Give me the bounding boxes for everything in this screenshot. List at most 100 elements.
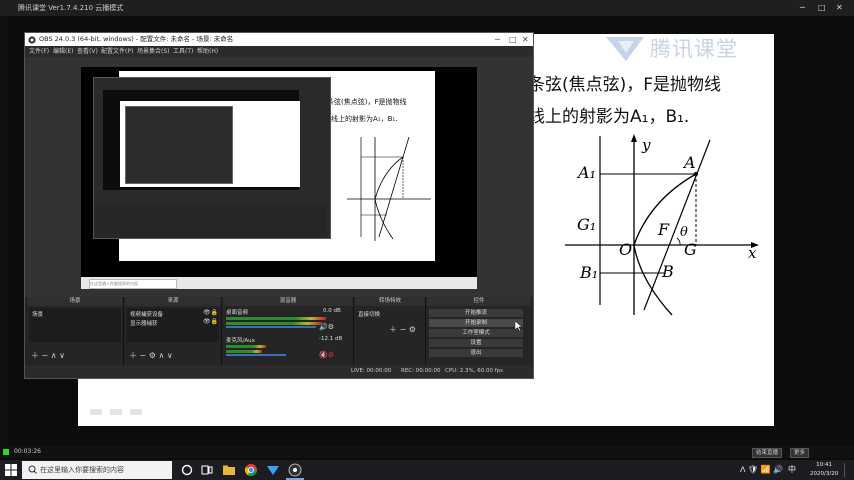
- cortana-icon[interactable]: [180, 463, 194, 477]
- end-live-button[interactable]: 结束直播: [752, 448, 783, 458]
- controls-header: 控件: [427, 297, 531, 306]
- label-theta: θ: [680, 225, 688, 240]
- maximize-icon[interactable]: □: [818, 0, 826, 16]
- volume-slider[interactable]: [226, 354, 286, 356]
- volume-slider[interactable]: [226, 326, 316, 328]
- tencent-classroom-icon[interactable]: [266, 463, 280, 477]
- exit-button[interactable]: 退出: [429, 349, 523, 357]
- taskbar-clock[interactable]: 10:41 2020/3/20: [810, 461, 838, 479]
- more-button[interactable]: 更多: [790, 448, 810, 458]
- start-streaming-button[interactable]: 开始推流: [429, 309, 523, 317]
- preview-slide-text1: 条弦(焦点弦)，F是抛物线: [327, 98, 407, 106]
- muted-speaker-icon[interactable]: 🔇⚙: [319, 351, 334, 359]
- volume-meter: [226, 322, 322, 325]
- taskbar-search-placeholder: 在这里输入你要搜索的内容: [40, 466, 124, 474]
- source-item[interactable]: 视频捕获设备: [130, 310, 163, 318]
- transition-select[interactable]: 直接切换: [358, 310, 380, 318]
- mixer-track-db: 0.0 dB: [323, 308, 341, 314]
- menu-tools[interactable]: 工具(T): [173, 46, 193, 57]
- obs-title-text: OBS 24.0.3 (64-bit, windows) - 配置文件: 未命名…: [39, 35, 234, 43]
- recording-time: 00:03:26: [14, 448, 41, 455]
- left-gutter: [0, 16, 8, 446]
- label-x: x: [748, 244, 757, 262]
- label-G1: G₁: [577, 215, 596, 234]
- start-recording-button[interactable]: 开始录制: [429, 319, 523, 327]
- label-B: B: [661, 262, 674, 281]
- speaker-icon[interactable]: 🔊⚙: [319, 323, 334, 331]
- obs-close-icon[interactable]: ✕: [522, 33, 529, 46]
- scene-item[interactable]: 场景: [32, 310, 43, 318]
- cpu-status: CPU: 2.3%, 60.00 fps: [445, 368, 504, 374]
- studio-mode-button[interactable]: 工作室模式: [429, 329, 523, 337]
- label-A1: A₁: [576, 163, 596, 182]
- scenes-controls[interactable]: ＋ − ∧ ∨: [31, 350, 65, 361]
- outer-titlebar: 腾讯课堂 Ver1.7.4.210 云播模式 ─ □ ✕: [0, 0, 854, 16]
- label-O: O: [619, 240, 632, 259]
- label-A: A: [682, 153, 696, 172]
- file-explorer-icon[interactable]: [222, 463, 236, 477]
- menu-scene-collection[interactable]: 场景集合(S): [137, 46, 170, 57]
- volume-meter: [226, 345, 266, 348]
- nested-obs-window-2: [125, 106, 233, 184]
- live-status: LIVE: 00:00:00: [351, 368, 392, 374]
- sources-header: 来源: [125, 297, 221, 306]
- show-desktop-button[interactable]: [844, 463, 853, 477]
- menu-edit[interactable]: 编辑(E): [53, 46, 73, 57]
- mixer-track-name: 桌面音频: [226, 310, 249, 316]
- source-item[interactable]: 显示器捕获: [130, 319, 158, 327]
- obs-menubar: 文件(F) 编辑(E) 查看(V) 配置文件(P) 场景集合(S) 工具(T) …: [25, 46, 533, 57]
- close-icon[interactable]: ✕: [836, 0, 843, 16]
- preview-parabola-diagram: [347, 136, 431, 241]
- menu-file[interactable]: 文件(F): [29, 46, 49, 57]
- obs-maximize-icon[interactable]: □: [509, 33, 517, 46]
- parabola-diagram: y x A A₁ G₁ O F θ G B₁ B: [565, 134, 759, 316]
- menu-help[interactable]: 帮助(H): [197, 46, 218, 57]
- sources-dock: 来源 视频捕获设备 显示器捕获 👁🔒 👁🔒 ＋ − ⚙ ∧ ∨: [125, 297, 222, 365]
- slide-text-line2: 线上的射影为A₁，B₁.: [528, 107, 690, 127]
- scenes-header: 场景: [27, 297, 123, 306]
- slide-text-line1: 条弦(焦点弦)，F是抛物线: [528, 75, 722, 95]
- label-G: G: [684, 240, 697, 259]
- transitions-header: 转场特效: [355, 297, 425, 306]
- controls-dock: 控件 开始推流 开始录制 工作室模式 设置 退出: [427, 297, 531, 365]
- scenes-dock: 场景 场景 ＋ − ∧ ∨: [27, 297, 124, 365]
- transitions-dock: 转场特效 直接切换 ＋ − ⚙: [355, 297, 426, 365]
- menu-profile[interactable]: 配置文件(P): [101, 46, 133, 57]
- chrome-icon[interactable]: [244, 463, 258, 477]
- obs-taskbar-icon[interactable]: [288, 463, 302, 477]
- eye-icon[interactable]: 👁🔒: [203, 318, 218, 325]
- live-indicator-icon: [3, 449, 9, 455]
- label-y: y: [641, 136, 651, 154]
- sources-controls[interactable]: ＋ − ⚙ ∧ ∨: [129, 350, 173, 361]
- minimize-icon[interactable]: ─: [800, 0, 805, 16]
- ime-indicator[interactable]: 中: [788, 464, 796, 475]
- volume-meter: [226, 350, 262, 353]
- obs-window[interactable]: OBS 24.0.3 (64-bit, windows) - 配置文件: 未命名…: [24, 32, 534, 379]
- obs-statusbar: LIVE: 00:00:00 REC: 00:00:00 CPU: 2.3%, …: [25, 365, 533, 378]
- sources-list: 视频捕获设备 显示器捕获 👁🔒 👁🔒: [127, 308, 219, 342]
- label-F: F: [657, 220, 670, 239]
- mixer-header: 混音器: [223, 297, 353, 306]
- preview-search-box: 在这里输入你要搜索的内容: [89, 279, 177, 289]
- label-B1: B₁: [579, 263, 598, 282]
- menu-view[interactable]: 查看(V): [77, 46, 98, 57]
- outer-statusbar: 00:03:26 结束直播 更多: [0, 446, 854, 458]
- search-icon: [28, 465, 37, 474]
- windows-start-icon[interactable]: [4, 463, 18, 477]
- obs-minimize-icon[interactable]: ─: [495, 33, 500, 46]
- transition-controls[interactable]: ＋ − ⚙: [389, 324, 416, 335]
- preview-slide-text2: 线上的射影为A₁，B₁.: [331, 115, 398, 123]
- logo-text: 腾讯课堂: [650, 37, 738, 61]
- clock-time: 10:41: [816, 462, 833, 468]
- mixer-track-name: 麦克风/Aux: [226, 338, 255, 344]
- rec-status: REC: 00:00:00: [401, 368, 441, 374]
- mixer-dock: 混音器 桌面音频 0.0 dB 🔊⚙ 麦克风/Aux -12.1 dB 🔇⚙: [223, 297, 354, 365]
- nested-docks: [95, 204, 327, 238]
- clock-date: 2020/3/20: [810, 471, 839, 477]
- slide-page-dots: [90, 409, 142, 415]
- eye-icon[interactable]: 👁🔒: [203, 309, 218, 316]
- settings-button[interactable]: 设置: [429, 339, 523, 347]
- obs-titlebar: OBS 24.0.3 (64-bit, windows) - 配置文件: 未命名…: [25, 33, 533, 46]
- tray-icons[interactable]: ᐱ 🛡 📶 🔊: [740, 465, 783, 474]
- task-view-icon[interactable]: [200, 463, 214, 477]
